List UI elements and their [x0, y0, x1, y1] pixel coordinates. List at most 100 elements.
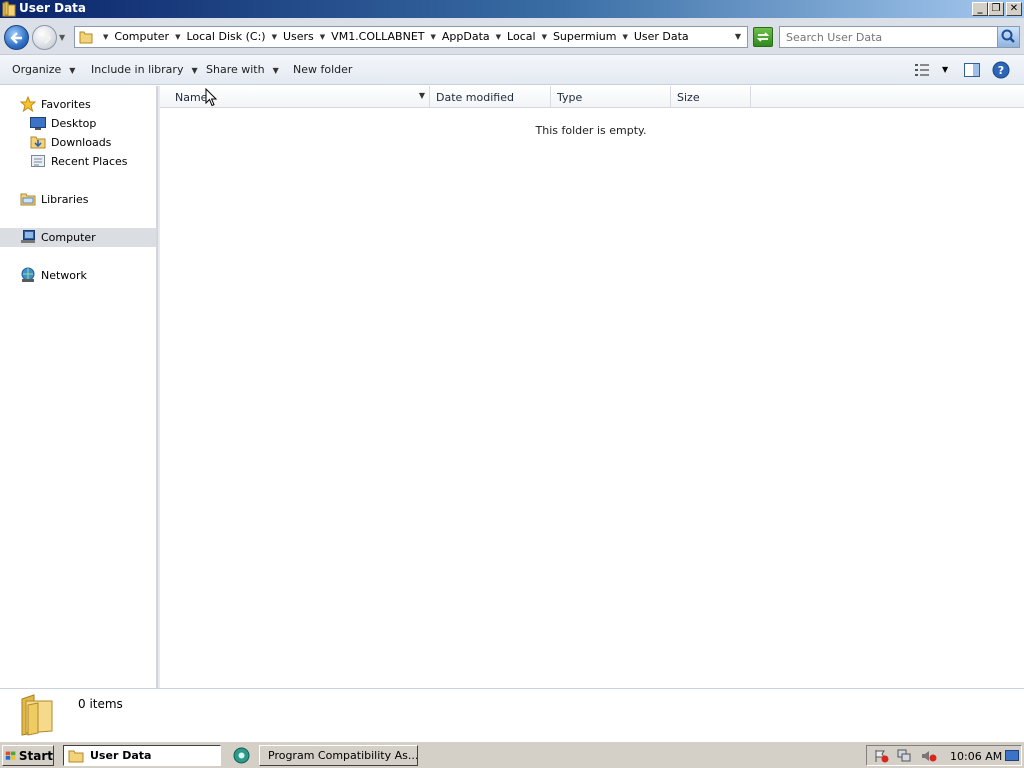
nav-label: Computer	[41, 230, 96, 244]
search-box	[779, 26, 1020, 48]
nav-label: Recent Places	[51, 154, 128, 168]
address-history-dropdown[interactable]: ▼	[735, 32, 741, 41]
system-tray: 10:06 AM	[866, 745, 1022, 766]
refresh-button[interactable]	[753, 27, 773, 47]
back-arrow-icon	[10, 32, 22, 44]
include-in-library-label: Include in library	[91, 63, 184, 76]
folder-icon	[68, 750, 84, 762]
nav-item-desktop[interactable]: Desktop	[30, 115, 96, 131]
close-button[interactable]: ✕	[1006, 2, 1022, 16]
nav-label: Network	[41, 268, 87, 282]
column-header-size[interactable]: Size	[671, 86, 751, 108]
empty-folder-message: This folder is empty.	[535, 124, 647, 137]
minimize-button[interactable]: _	[972, 2, 988, 16]
change-view-button[interactable]	[914, 63, 930, 80]
chevron-down-icon[interactable]: ▼	[175, 33, 180, 41]
organize-label: Organize	[12, 63, 62, 76]
nav-label: Downloads	[51, 135, 112, 149]
breadcrumb-vm1-collabnet[interactable]: VM1.COLLABNET	[331, 30, 424, 43]
file-list[interactable]: Name ▼ Date modified Type Size This fold…	[160, 86, 1024, 688]
chevron-down-icon[interactable]: ▼	[320, 33, 325, 41]
share-with-label: Share with	[206, 63, 265, 76]
task-label: User Data	[90, 749, 152, 762]
folder-icon	[2, 1, 16, 17]
volume-muted-icon[interactable]	[921, 749, 937, 763]
address-bar[interactable]: ▼ Computer ▼ Local Disk (C:) ▼ Users ▼ V…	[74, 26, 748, 48]
network-status-icon[interactable]	[897, 749, 913, 763]
start-button[interactable]: Start	[2, 745, 54, 766]
nav-item-network[interactable]: Network	[20, 267, 87, 283]
recent-pages-dropdown[interactable]: ▼	[59, 33, 65, 42]
breadcrumb-local[interactable]: Local	[507, 30, 536, 43]
taskbar-button-user-data[interactable]: User Data	[63, 745, 221, 766]
breadcrumb-supermium[interactable]: Supermium	[553, 30, 617, 43]
view-options-dropdown[interactable]: ▼	[942, 65, 948, 74]
chevron-down-icon: ▼	[272, 66, 279, 75]
nav-item-favorites[interactable]: Favorites	[19, 95, 91, 113]
column-header-name[interactable]: Name ▼	[160, 86, 430, 108]
browser-quick-launch-icon[interactable]	[233, 747, 250, 767]
clock[interactable]: 10:06 AM	[950, 750, 1002, 763]
nav-item-recent-places[interactable]: Recent Places	[30, 153, 128, 169]
nav-label: Favorites	[41, 97, 91, 111]
forward-button[interactable]	[32, 25, 57, 50]
details-pane: 0 items	[0, 688, 1024, 740]
nav-item-downloads[interactable]: Downloads	[30, 134, 111, 150]
search-input[interactable]	[782, 29, 994, 45]
organize-menu[interactable]: Organize ▼	[12, 63, 75, 76]
action-center-flag-icon[interactable]	[873, 749, 889, 763]
chevron-down-icon[interactable]: ▼	[431, 33, 436, 41]
title-bar: User Data _ ❐ ✕	[0, 0, 1024, 18]
item-count: 0 items	[78, 697, 123, 711]
details-view-icon	[915, 64, 929, 76]
taskbar-button-program-compatibility[interactable]: Program Compatibility As...	[259, 745, 418, 766]
column-header-row: Name ▼ Date modified Type Size	[160, 86, 1024, 108]
column-header-type[interactable]: Type	[551, 86, 671, 108]
chevron-down-icon[interactable]: ▼	[622, 33, 627, 41]
restore-button[interactable]: ❐	[988, 2, 1004, 16]
nav-item-computer[interactable]: Computer	[20, 229, 96, 245]
chevron-down-icon[interactable]: ▼	[542, 33, 547, 41]
column-header-date-modified[interactable]: Date modified	[430, 86, 551, 108]
chevron-down-icon[interactable]: ▼	[496, 33, 501, 41]
command-bar: Organize ▼ Include in library ▼ Share with…	[0, 55, 1024, 85]
back-button[interactable]	[4, 25, 29, 50]
desktop-icon	[30, 115, 46, 131]
include-in-library-menu[interactable]: Include in library ▼	[91, 63, 198, 76]
star-icon	[19, 95, 37, 113]
help-button[interactable]: ?	[992, 61, 1010, 82]
downloads-folder-icon	[30, 134, 46, 150]
preview-pane-button[interactable]	[964, 63, 980, 80]
windows-logo-icon	[5, 751, 16, 760]
preview-pane-icon	[964, 63, 980, 77]
chevron-down-icon: ▼	[69, 66, 76, 75]
refresh-icon	[756, 32, 770, 42]
chevron-down-icon[interactable]: ▼	[272, 33, 277, 41]
svg-text:?: ?	[998, 64, 1004, 77]
breadcrumb-computer[interactable]: Computer	[114, 30, 169, 43]
folder-icon	[79, 30, 93, 47]
share-with-menu[interactable]: Share with ▼	[206, 63, 279, 76]
show-desktop-icon[interactable]	[1005, 749, 1021, 763]
breadcrumb-users[interactable]: Users	[283, 30, 314, 43]
computer-icon	[20, 229, 36, 245]
nav-item-libraries[interactable]: Libraries	[20, 191, 89, 207]
chevron-down-icon[interactable]: ▼	[419, 91, 425, 100]
breadcrumb-appdata[interactable]: AppData	[442, 30, 490, 43]
large-folder-icon	[18, 693, 58, 740]
search-icon	[1001, 29, 1015, 43]
taskbar: Start User Data Program Compatibility As…	[0, 741, 1024, 768]
column-label: Name	[175, 91, 208, 104]
help-icon: ?	[992, 61, 1010, 79]
breadcrumb-user-data[interactable]: User Data	[634, 30, 689, 43]
chevron-down-icon: ▼	[191, 66, 198, 75]
search-button[interactable]	[997, 27, 1019, 47]
navigation-pane: Favorites Desktop Downloads Recent Place…	[0, 86, 157, 688]
chevron-down-icon[interactable]: ▼	[103, 33, 108, 41]
mouse-cursor-icon	[205, 87, 218, 110]
breadcrumb-local-disk[interactable]: Local Disk (C:)	[186, 30, 265, 43]
network-icon	[20, 267, 36, 283]
recent-places-icon	[30, 153, 46, 169]
address-row: ▼ ▼ Computer ▼ Local Disk (C:) ▼ Users ▼…	[0, 18, 1024, 55]
new-folder-button[interactable]: New folder	[293, 63, 352, 76]
